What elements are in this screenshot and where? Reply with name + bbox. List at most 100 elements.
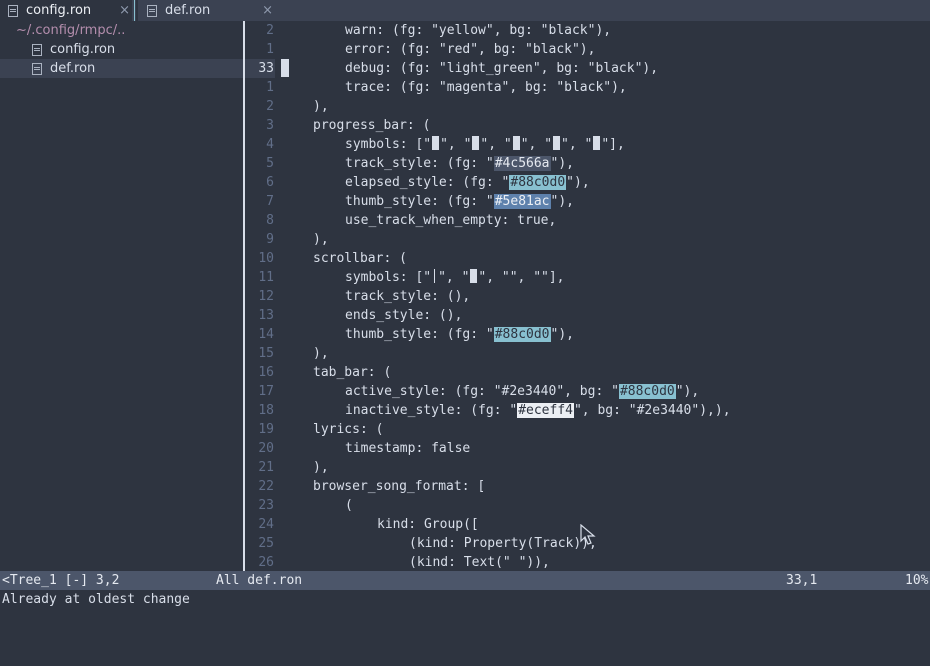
line-number: 14 — [258, 327, 274, 342]
line-number: 17 — [258, 384, 274, 399]
code-text: ", bg: "#2e3440"),), — [573, 403, 731, 418]
code-text: symbols: [" — [345, 137, 432, 152]
status-file-name: All def.ron — [216, 573, 303, 588]
block-glyph — [593, 136, 601, 150]
line-number: 22 — [258, 479, 274, 494]
code-line: thumb_style: (fg: "#88c0d0"), — [345, 325, 574, 344]
code-line: track_style: (fg: "#4c566a"), — [345, 154, 574, 173]
code-line: browser_song_format: [ — [313, 479, 486, 494]
code-text: ", " — [438, 270, 470, 285]
line-number: 15 — [258, 346, 274, 361]
line-number: 13 — [258, 308, 274, 323]
code-line: thumb_style: (fg: "#5e81ac"), — [345, 192, 574, 211]
line-number: 26 — [258, 555, 274, 570]
color-swatch: #88c0d0 — [618, 384, 676, 399]
code-text: inactive_style: (fg: " — [345, 403, 518, 418]
line-number: 2 — [266, 23, 274, 38]
line-number: 10 — [258, 251, 274, 266]
code-text: ", " — [480, 137, 512, 152]
line-number: 1 — [266, 42, 274, 57]
file-icon — [8, 4, 18, 17]
code-text: thumb_style: (fg: " — [345, 327, 494, 342]
code-line: progress_bar: ( — [313, 118, 431, 133]
line-number: 6 — [266, 175, 274, 190]
status-scroll-percent: 10% — [905, 573, 929, 588]
close-icon[interactable]: × — [119, 0, 130, 21]
code-text: symbols: [" — [345, 270, 432, 285]
close-icon[interactable]: × — [262, 0, 273, 21]
code-text: "), — [675, 384, 700, 399]
code-text: active_style: (fg: "#2e3440", bg: " — [345, 384, 619, 399]
code-line: debug: (fg: "light_green", bg: "black"), — [345, 61, 659, 76]
code-line: symbols: [" ", " ", " ", " ", " "], — [345, 135, 625, 154]
tab-def-ron[interactable]: def.ron × — [139, 0, 281, 21]
tab-label: config.ron — [26, 3, 92, 18]
color-swatch: #88c0d0 — [509, 175, 567, 190]
line-number: 16 — [258, 365, 274, 380]
line-number: 5 — [266, 156, 274, 171]
line-number: 19 — [258, 422, 274, 437]
text-cursor — [281, 59, 289, 77]
line-number: 12 — [258, 289, 274, 304]
status-line: <Tree_1 [-] 3,2 All def.ron 33,1 10% — [0, 571, 930, 590]
code-line: ), — [313, 346, 329, 361]
code-line: kind: Group([ — [377, 517, 479, 532]
command-line-message: Already at oldest change — [2, 592, 190, 607]
color-swatch: #5e81ac — [493, 194, 551, 209]
line-number: 7 — [266, 194, 274, 209]
color-swatch: #88c0d0 — [493, 327, 551, 342]
tab-config-ron[interactable]: config.ron × — [0, 0, 138, 21]
code-line: inactive_style: (fg: "#eceff4", bg: "#2e… — [345, 401, 731, 420]
line-number: 4 — [266, 137, 274, 152]
tree-root-dir[interactable]: ~/.config/rmpc/.. — [0, 21, 259, 40]
tab-bar: config.ron × def.ron × — [0, 0, 930, 21]
tree-item-config-ron[interactable]: config.ron — [0, 40, 275, 59]
line-number: 9 — [266, 232, 274, 247]
line-number-gutter: 2 1 33 1 2 3 4 5 6 7 8 9 10 11 12 13 14 15 16 17 18 19 20 21 22 2… — [245, 21, 285, 571]
code-text: "), — [550, 194, 574, 209]
tree-item-def-ron[interactable]: def.ron — [0, 59, 275, 78]
code-text: thumb_style: (fg: " — [345, 194, 494, 209]
code-line: lyrics: ( — [313, 422, 384, 437]
code-line: trace: (fg: "magenta", bg: "black"), — [345, 80, 627, 95]
status-buffer-info: <Tree_1 [-] 3,2 — [2, 573, 120, 588]
code-line: error: (fg: "red", bg: "black"), — [345, 42, 596, 57]
line-number: 1 — [266, 80, 274, 95]
code-text: ", "", ""], — [478, 270, 565, 285]
file-tree: ~/.config/rmpc/.. config.ron def.ron — [0, 21, 275, 571]
line-number: 20 — [258, 441, 274, 456]
line-number: 24 — [258, 517, 274, 532]
code-text: "), — [550, 156, 574, 171]
line-number: 11 — [258, 270, 274, 285]
file-icon — [32, 62, 42, 75]
block-glyph — [512, 136, 520, 150]
code-line: (kind: Property(Track)), — [409, 536, 597, 551]
code-text: ", " — [440, 137, 472, 152]
tab-divider — [132, 0, 136, 21]
line-number: 8 — [266, 213, 274, 228]
status-cursor-position: 33,1 — [786, 573, 818, 588]
line-number: 25 — [258, 536, 274, 551]
bar-glyph — [434, 269, 436, 283]
color-swatch: #eceff4 — [517, 403, 574, 418]
block-glyph — [553, 136, 561, 150]
code-text: "), — [566, 175, 590, 190]
tree-item-label: def.ron — [50, 61, 96, 76]
tree-item-label: config.ron — [50, 42, 116, 57]
code-line: symbols: [" ", " ", "", ""], — [345, 268, 565, 287]
code-line: ), — [313, 460, 329, 475]
code-line: ( — [345, 498, 353, 513]
code-line: ends_style: (), — [345, 308, 463, 323]
block-glyph — [470, 269, 478, 283]
code-text: ", " — [520, 137, 553, 152]
editor-buffer[interactable]: warn: (fg: "yellow", bg: "black"), error… — [313, 21, 923, 571]
code-line: elapsed_style: (fg: "#88c0d0"), — [345, 173, 590, 192]
code-text: track_style: (fg: " — [345, 156, 494, 171]
tab-label: def.ron — [165, 3, 211, 18]
file-icon — [32, 43, 42, 56]
line-number: 21 — [258, 460, 274, 475]
mouse-pointer-icon — [580, 524, 596, 545]
line-number: 2 — [266, 99, 274, 114]
code-line: ), — [313, 99, 329, 114]
code-line: use_track_when_empty: true, — [345, 213, 557, 228]
